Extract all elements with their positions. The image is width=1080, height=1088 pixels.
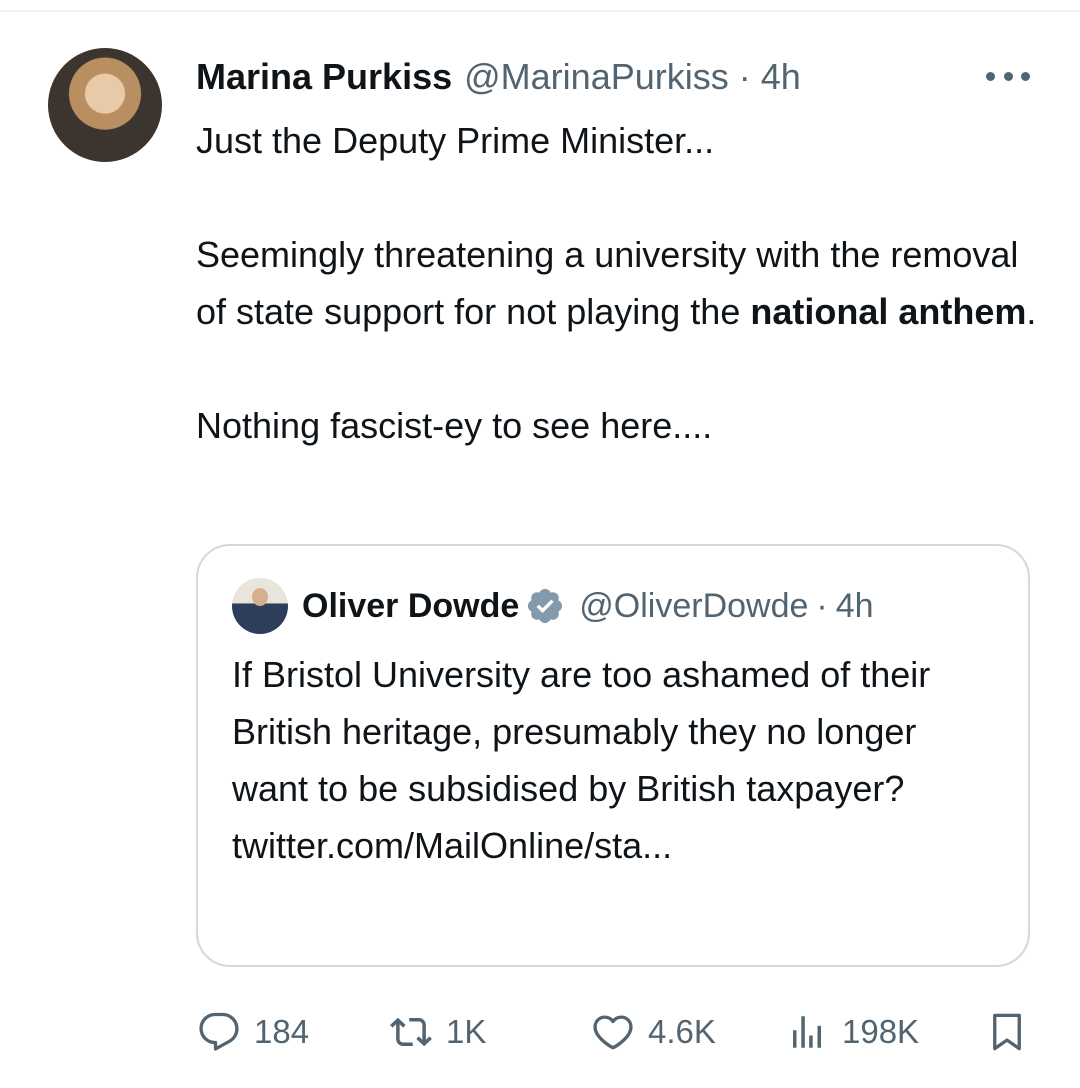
tweet-header: Marina Purkiss @MarinaPurkiss · 4h [196, 54, 801, 100]
views-icon [793, 1016, 821, 1048]
reply-button[interactable]: 184 [198, 1006, 309, 1058]
tweet-text-paragraph: Seemingly threatening a university with … [196, 234, 1037, 332]
bookmark-icon [993, 1013, 1021, 1051]
tweet-text-paragraph: Nothing fascist-ey to see here.... [196, 405, 713, 446]
like-button[interactable]: 4.6K [592, 1006, 716, 1058]
bookmark-button[interactable] [986, 1006, 1042, 1058]
quoted-tweet-text: If Bristol University are too ashamed of… [232, 654, 931, 866]
header-separator: · [738, 56, 751, 97]
top-divider [0, 10, 1080, 12]
author-handle[interactable]: @MarinaPurkiss [464, 56, 729, 98]
quoted-tweet-time: 4h [835, 586, 874, 625]
author-display-name[interactable]: Marina Purkiss [196, 56, 452, 98]
quoted-header-separator: · [816, 586, 828, 625]
retweet-count: 1K [446, 1013, 487, 1050]
verified-badge-icon [528, 588, 563, 624]
tweet-actions-bar: 184 1K 4.6K 198K [196, 1006, 1036, 1058]
tweet-time[interactable]: 4h [761, 56, 801, 98]
tweet-text: Just the Deputy Prime Minister... Seemin… [196, 112, 1046, 454]
views-count: 198K [842, 1013, 920, 1050]
like-icon [593, 1015, 633, 1050]
views-button[interactable]: 198K [786, 1006, 919, 1058]
bold-text: national anthem [750, 291, 1027, 332]
quoted-author-handle[interactable]: @OliverDowde [579, 587, 808, 626]
quoted-author-display-name[interactable]: Oliver Dowde [302, 587, 519, 626]
author-avatar[interactable] [48, 48, 162, 162]
reply-icon [199, 1012, 239, 1051]
retweet-icon [390, 1017, 432, 1047]
tweet-screen: Marina Purkiss @MarinaPurkiss · 4h Just … [0, 0, 1080, 1088]
reply-count: 184 [254, 1013, 310, 1050]
quoted-tweet-header: Oliver Dowde @OliverDowde · 4h [302, 582, 874, 630]
tweet-text-line: Just the Deputy Prime Minister... [196, 120, 715, 161]
quoted-tweet-card[interactable]: Oliver Dowde @OliverDowde · 4h If Bristo… [196, 544, 1030, 967]
like-count: 4.6K [648, 1013, 716, 1050]
more-horizontal-icon[interactable] [986, 70, 1030, 82]
quoted-author-avatar[interactable] [232, 578, 288, 634]
retweet-button[interactable]: 1K [390, 1006, 486, 1058]
